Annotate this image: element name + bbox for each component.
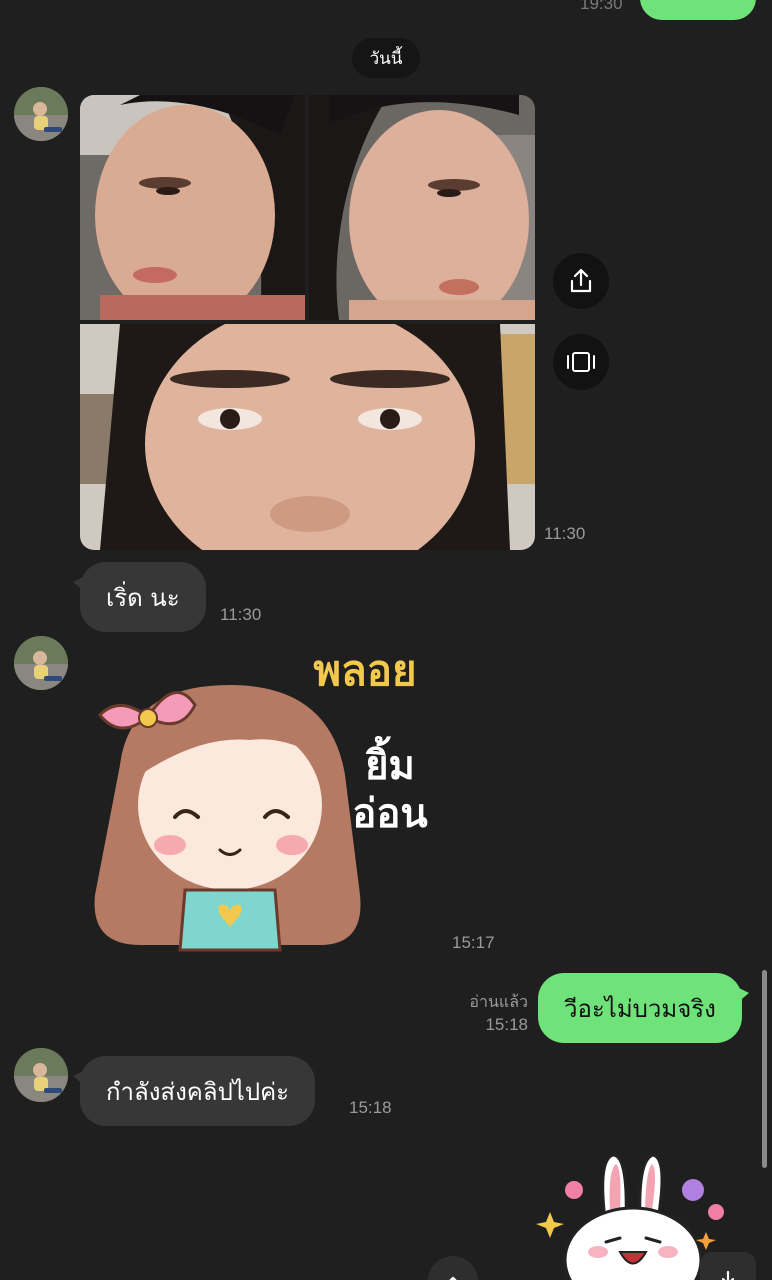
read-receipt: อ่านแล้ว 15:18 <box>440 992 528 1036</box>
avatar-image <box>14 87 68 141</box>
message-time: 15:17 <box>452 933 495 952</box>
photo-thumbnail[interactable] <box>80 324 535 550</box>
album-view-icon <box>567 352 595 372</box>
sticker-caption: ยิ้ม <box>365 743 415 789</box>
photo-thumbnail[interactable] <box>80 95 305 320</box>
chevron-up-icon <box>449 1276 457 1280</box>
avatar[interactable] <box>14 87 68 141</box>
message-time: 15:18 <box>485 1015 528 1034</box>
message-text: วีอะไม่บวมจริง <box>564 994 716 1023</box>
message-text: กำลังส่งคลิปไปค่ะ <box>106 1077 290 1106</box>
download-button[interactable] <box>700 1252 756 1280</box>
message-bubble[interactable]: เริ่ด นะ <box>73 562 206 632</box>
date-separator: วันนี้ <box>352 38 420 78</box>
scroll-up-button[interactable] <box>428 1256 478 1280</box>
avatar[interactable] <box>14 1048 68 1102</box>
message-text: เริ่ด นะ <box>106 583 180 612</box>
sticker-title: พลอย <box>313 646 417 695</box>
sticker-partial[interactable] <box>528 1150 728 1280</box>
photo-album[interactable] <box>80 95 535 550</box>
message-time: 11:30 <box>544 524 586 543</box>
message-time: 15:18 <box>349 1098 392 1117</box>
message-time: 19:30 <box>580 0 623 13</box>
avatar-image <box>14 1048 68 1102</box>
share-icon <box>570 268 592 293</box>
avatar-image <box>14 636 68 690</box>
scrollbar-thumb[interactable] <box>762 970 767 1168</box>
message-bubble[interactable]: กำลังส่งคลิปไปค่ะ <box>72 1056 316 1126</box>
sticker[interactable]: พลอย ยิ้ม อ่อน <box>80 645 450 960</box>
download-icon <box>721 1270 735 1280</box>
sticker-bunny-image <box>536 1153 724 1280</box>
sticker-caption: อ่อน <box>352 791 428 837</box>
share-button[interactable] <box>553 253 609 309</box>
avatar[interactable] <box>14 636 68 690</box>
message-bubble-outgoing[interactable]: วีอะไม่บวมจริง <box>538 973 749 1043</box>
message-time: 11:30 <box>220 605 262 624</box>
read-label: อ่านแล้ว <box>469 994 528 1011</box>
outgoing-bubble-partial[interactable] <box>640 0 756 20</box>
album-view-button[interactable] <box>553 334 609 390</box>
photo-thumbnail[interactable] <box>309 95 535 320</box>
